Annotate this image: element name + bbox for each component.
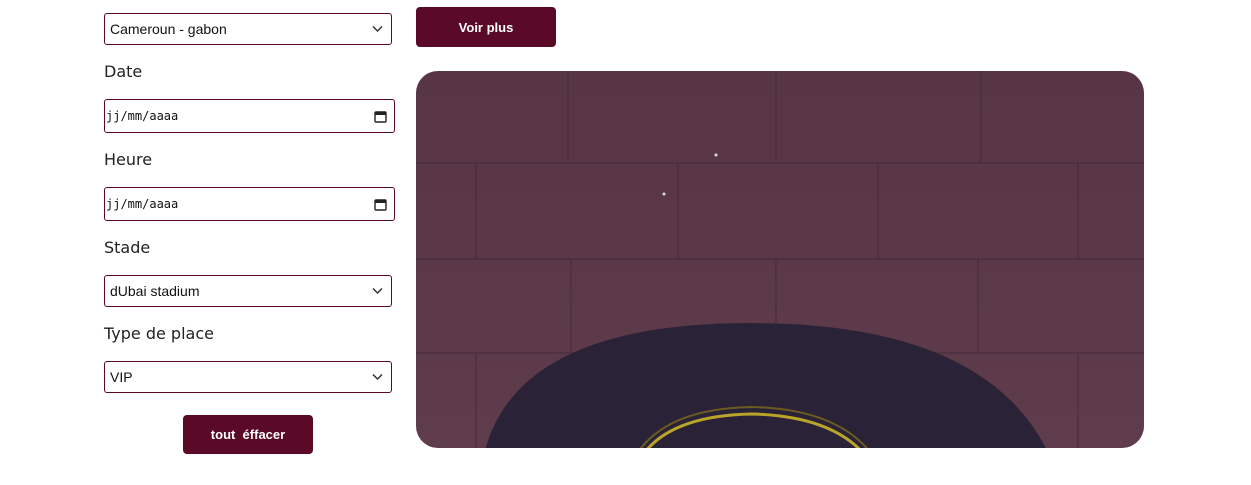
heure-label: Heure	[104, 150, 153, 169]
heure-input[interactable]: jj/mm/aaaa	[104, 187, 395, 221]
heure-placeholder: jj/mm/aaaa	[106, 197, 179, 211]
stade-label: Stade	[104, 238, 151, 257]
chevron-down-icon	[372, 287, 383, 295]
type-place-select[interactable]: VIP	[104, 361, 392, 393]
clear-all-button[interactable]: tout éffacer	[183, 415, 313, 454]
stade-select[interactable]: dUbai stadium	[104, 275, 392, 307]
stadium-photo-image	[416, 71, 1144, 448]
date-placeholder: jj/mm/aaaa	[106, 109, 179, 123]
match-select[interactable]: Cameroun - gabon	[104, 13, 392, 45]
chevron-down-icon	[372, 25, 383, 33]
stade-select-value: dUbai stadium	[110, 283, 200, 299]
date-label: Date	[104, 62, 143, 81]
match-select-value: Cameroun - gabon	[110, 21, 227, 37]
calendar-icon[interactable]	[374, 198, 387, 211]
type-place-label: Type de place	[104, 324, 214, 343]
calendar-icon[interactable]	[374, 110, 387, 123]
chevron-down-icon	[372, 373, 383, 381]
stadium-photo	[416, 71, 1144, 448]
voir-plus-button[interactable]: Voir plus	[416, 7, 556, 47]
date-input[interactable]: jj/mm/aaaa	[104, 99, 395, 133]
type-place-select-value: VIP	[110, 369, 133, 385]
